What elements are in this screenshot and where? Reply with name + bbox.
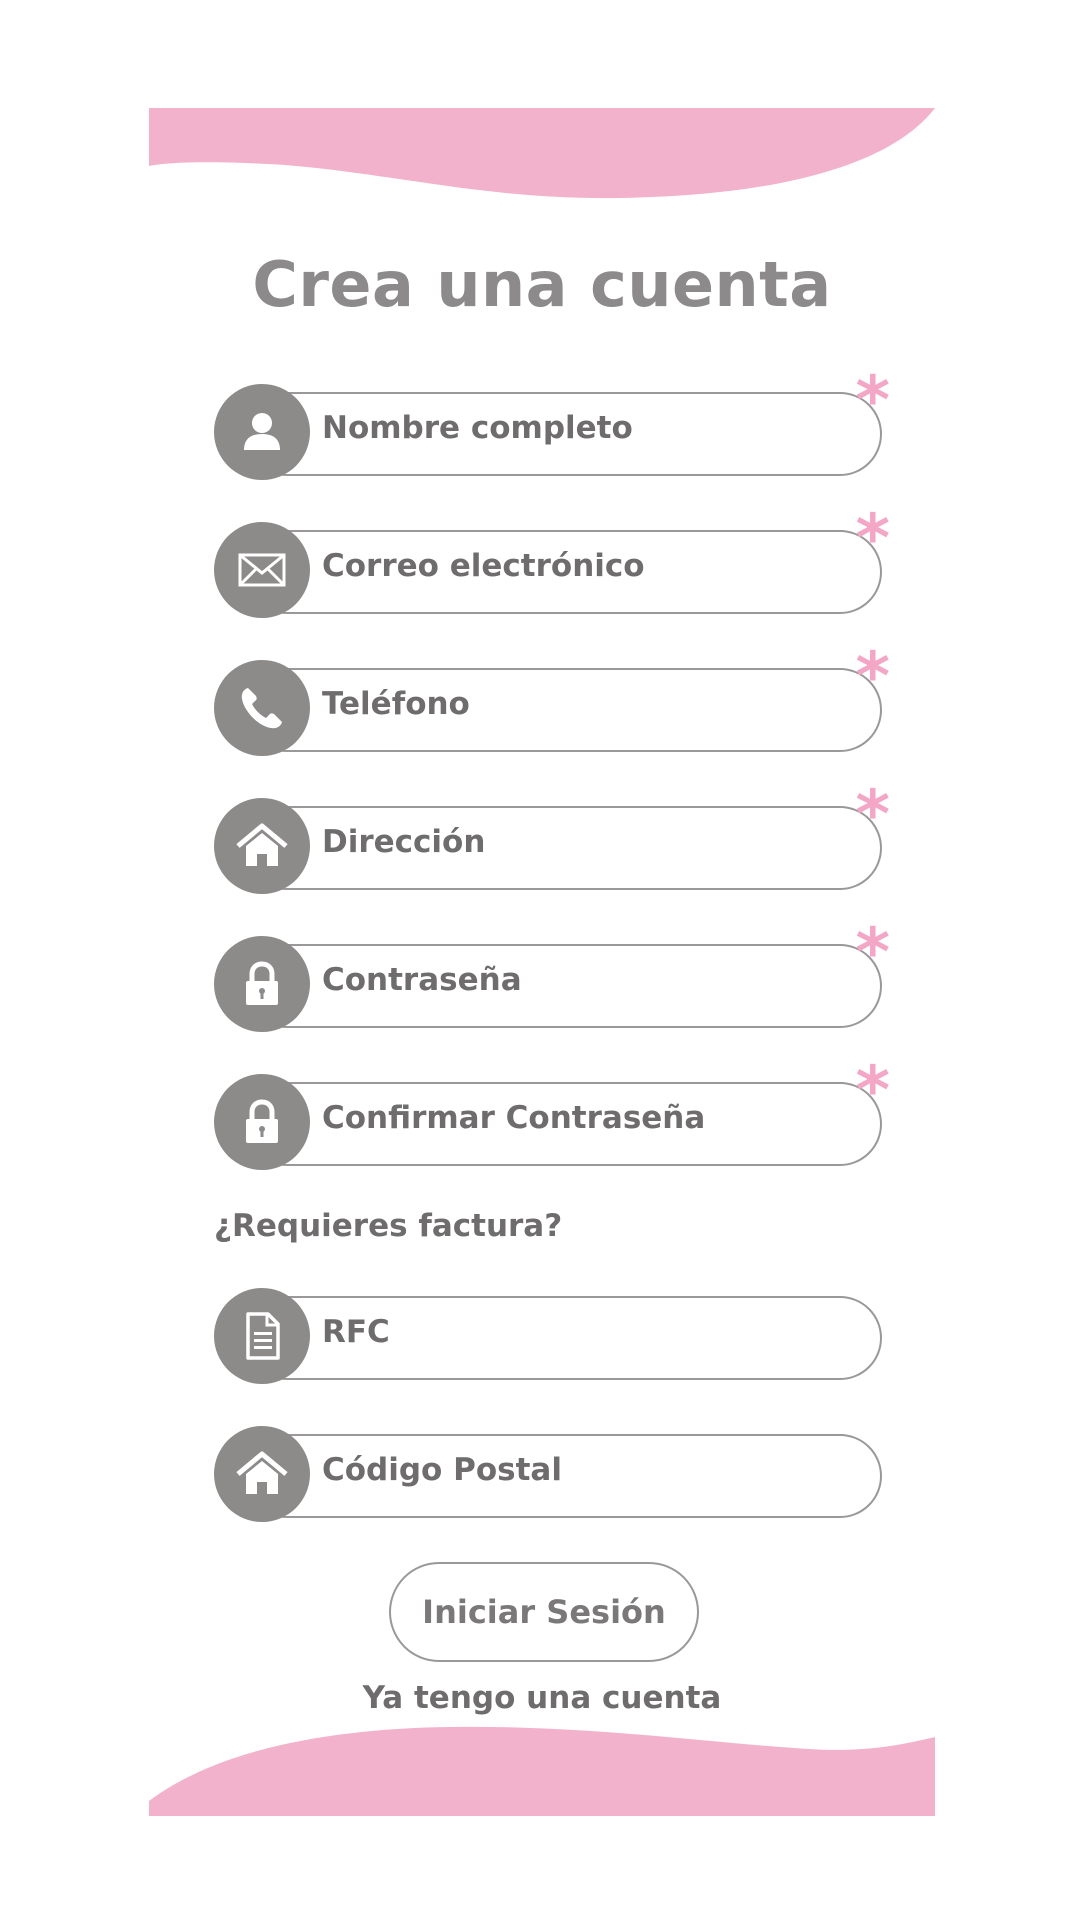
full-name-label: Nombre completo xyxy=(322,410,633,446)
signup-card: Crea una cuenta Nombre completo * Correo… xyxy=(149,108,935,1816)
login-button[interactable]: Iniciar Sesión xyxy=(389,1562,699,1662)
full-name-field[interactable]: Nombre completo * xyxy=(214,368,890,480)
required-asterisk: * xyxy=(855,1052,890,1129)
required-asterisk: * xyxy=(855,914,890,991)
lock-icon xyxy=(214,1074,310,1170)
required-asterisk: * xyxy=(855,362,890,439)
address-field[interactable]: Dirección * xyxy=(214,782,890,894)
mail-icon xyxy=(214,522,310,618)
confirm-password-label: Confirmar Contraseña xyxy=(322,1100,706,1136)
rfc-field[interactable]: RFC xyxy=(214,1288,884,1384)
required-asterisk: * xyxy=(855,638,890,715)
postal-code-label: Código Postal xyxy=(322,1452,562,1488)
password-label: Contraseña xyxy=(322,962,522,998)
invoice-question: ¿Requieres factura? xyxy=(214,1208,563,1244)
required-asterisk: * xyxy=(855,776,890,853)
postal-code-field[interactable]: Código Postal xyxy=(214,1426,884,1522)
rfc-label: RFC xyxy=(322,1314,390,1350)
home-icon xyxy=(214,1426,310,1522)
lock-icon xyxy=(214,936,310,1032)
home-icon xyxy=(214,798,310,894)
phone-icon xyxy=(214,660,310,756)
have-account-link[interactable]: Ya tengo una cuenta xyxy=(149,1680,935,1716)
bottom-wave-decoration xyxy=(149,1726,935,1816)
document-icon xyxy=(214,1288,310,1384)
email-field[interactable]: Correo electrónico * xyxy=(214,506,890,618)
top-wave-decoration xyxy=(149,108,935,199)
address-label: Dirección xyxy=(322,824,486,860)
phone-field[interactable]: Teléfono * xyxy=(214,644,890,756)
user-icon xyxy=(214,384,310,480)
email-label: Correo electrónico xyxy=(322,548,645,584)
required-asterisk: * xyxy=(855,500,890,577)
phone-label: Teléfono xyxy=(322,686,470,722)
password-field[interactable]: Contraseña * xyxy=(214,920,890,1032)
confirm-password-field[interactable]: Confirmar Contraseña * xyxy=(214,1058,890,1170)
page-title: Crea una cuenta xyxy=(252,248,832,321)
